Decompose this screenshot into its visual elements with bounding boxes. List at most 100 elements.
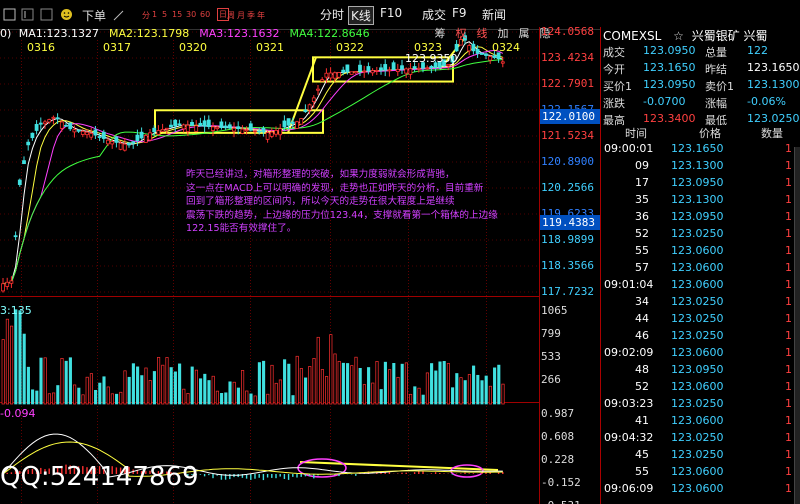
candle-body-71 xyxy=(299,118,304,125)
candle-body-36 xyxy=(152,127,157,133)
analysis-line-1: 这一点在MACD上可以明确的发现，走势也正如昨天的分析，目前重新 xyxy=(186,182,484,194)
candle-body-3 xyxy=(13,235,18,238)
candle-body-74 xyxy=(311,97,316,102)
candle-body-13 xyxy=(55,117,60,120)
volume-bar-54 xyxy=(228,381,232,405)
candle-body-52 xyxy=(219,121,224,128)
volume-bar-9 xyxy=(39,357,43,405)
date-label-0317: 0317 xyxy=(103,41,131,54)
volume-bar-114 xyxy=(480,380,484,405)
symbol-code: COMEXSL xyxy=(603,29,662,43)
quote-value2-2: 123.1300 xyxy=(747,78,800,91)
volume-bar-85 xyxy=(358,367,362,405)
candle-body-6 xyxy=(26,141,31,146)
candle-body-30 xyxy=(127,142,131,146)
quote-label-2: 买价1 xyxy=(603,80,632,93)
trade-row: 45 123.0250 1 xyxy=(601,446,800,463)
volume-bar-65 xyxy=(274,382,278,405)
badge-4[interactable]: 属 xyxy=(514,27,534,41)
candle-body-86 xyxy=(362,70,367,73)
volume-bar-51 xyxy=(215,390,219,405)
volume-bar-12 xyxy=(52,392,56,405)
badge-3[interactable]: 加 xyxy=(493,27,513,41)
candle-body-7 xyxy=(30,132,35,139)
volume-bar-45 xyxy=(190,366,194,405)
analysis-line-4: 122.15能否有效撑住了。 xyxy=(186,223,297,235)
trade-qty: 1 xyxy=(785,261,792,274)
volume-bar-1 xyxy=(5,318,9,405)
candle-body-10 xyxy=(43,121,47,125)
price-tick-9: 118.3566 xyxy=(541,258,594,272)
candle-body-32 xyxy=(135,134,140,142)
candle-body-79 xyxy=(332,72,337,79)
date-label-0316: 0316 xyxy=(27,41,55,54)
volume-bar-111 xyxy=(467,374,471,405)
candle-body-54 xyxy=(227,124,232,129)
volume-bar-77 xyxy=(325,376,329,405)
candle-body-1 xyxy=(5,281,10,287)
candle-body-113 xyxy=(475,49,480,54)
candle-body-45 xyxy=(190,121,194,126)
trade-qty: 1 xyxy=(785,295,792,308)
candle-body-19 xyxy=(80,130,85,135)
volume-bar-3 xyxy=(14,309,18,405)
candle-body-93 xyxy=(391,62,396,70)
badge-2[interactable]: 线 xyxy=(472,27,492,41)
candle-body-24 xyxy=(101,131,106,139)
badge-1[interactable]: 权 xyxy=(451,27,471,41)
quote-label2-3: 涨幅 xyxy=(705,97,727,110)
candle-body-31 xyxy=(131,141,136,144)
volume-bar-91 xyxy=(383,361,387,405)
candle-body-97 xyxy=(408,68,413,75)
candle-body-17 xyxy=(72,129,77,133)
trade-list-scrollbar[interactable] xyxy=(794,147,800,504)
trade-price: 123.0250 xyxy=(671,448,724,461)
favorite-star-icon[interactable]: ☆ xyxy=(673,29,684,43)
volume-bar-56 xyxy=(236,387,240,405)
candle-body-61 xyxy=(257,130,262,133)
volume-bar-0 xyxy=(1,339,5,405)
trade-price: 123.0600 xyxy=(671,414,724,427)
volume-bar-4 xyxy=(18,310,22,405)
trade-time: 52 xyxy=(635,227,649,240)
candle-body-38 xyxy=(160,129,165,132)
candle-body-8 xyxy=(34,123,39,131)
volume-bar-94 xyxy=(396,376,400,405)
trade-row: 41 123.0600 1 xyxy=(601,412,800,429)
trade-time: 52 xyxy=(635,380,649,393)
kline-chart[interactable] xyxy=(0,0,600,504)
quote-value-0: 123.0950 xyxy=(643,44,696,57)
candle-body-115 xyxy=(484,53,488,56)
volume-bar-17 xyxy=(73,384,77,405)
quote-label2-1: 昨结 xyxy=(705,63,727,76)
trade-price: 123.0250 xyxy=(671,227,724,240)
date-label-0322: 0322 xyxy=(336,41,364,54)
volume-bar-88 xyxy=(371,382,375,405)
candle-body-11 xyxy=(47,119,52,123)
candle-body-87 xyxy=(366,66,371,72)
volume-bar-43 xyxy=(182,388,186,405)
trade-header-qty: 数量 xyxy=(761,127,783,140)
trade-qty: 1 xyxy=(785,431,792,444)
candle-body-25 xyxy=(106,139,110,145)
price-tick-0: 124.0568 xyxy=(541,25,594,38)
badge-0[interactable]: 筹 xyxy=(430,27,450,41)
trade-time: 46 xyxy=(635,329,649,342)
volume-bar-29 xyxy=(123,370,127,405)
candle-body-14 xyxy=(59,121,64,129)
quote-value-1: 123.1650 xyxy=(643,61,696,74)
volume-bar-21 xyxy=(89,373,93,405)
trade-time: 09:03:23 xyxy=(604,397,654,410)
quote-value-2: 123.0950 xyxy=(643,78,696,91)
volume-bar-35 xyxy=(148,380,152,405)
quote-label2-0: 总量 xyxy=(705,46,727,59)
volume-bar-15 xyxy=(64,360,68,405)
ma-legend: 0) MA1:123.1327 MA2:123.1798 MA3:123.1632 M… xyxy=(0,27,380,41)
candle-body-85 xyxy=(358,64,362,72)
candle-body-68 xyxy=(286,118,291,126)
volume-bar-55 xyxy=(232,381,236,405)
candle-body-29 xyxy=(122,143,127,151)
date-label-0321: 0321 xyxy=(256,41,284,54)
candle-body-15 xyxy=(64,124,68,127)
volume-bar-67 xyxy=(283,359,287,405)
